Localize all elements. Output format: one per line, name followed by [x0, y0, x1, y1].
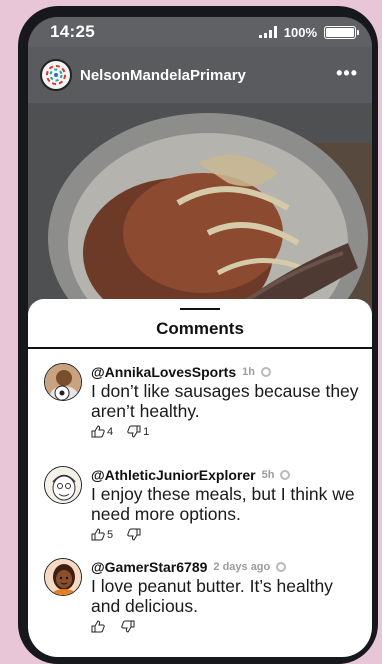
- school-logo-icon: [46, 65, 66, 85]
- signal-icon: [258, 26, 277, 38]
- thumbs-up-icon: [91, 528, 105, 541]
- comments-title: Comments: [156, 319, 244, 338]
- dislike-button[interactable]: [127, 528, 143, 541]
- comment-username[interactable]: @AnnikaLovesSports: [91, 364, 236, 380]
- battery-percent: 100%: [283, 24, 317, 40]
- comment-time: 5h: [261, 468, 275, 481]
- account-name[interactable]: NelsonMandelaPrimary: [80, 67, 246, 84]
- comment-text: I love peanut butter. It’s healthy and d…: [91, 576, 333, 616]
- avatar[interactable]: [44, 363, 82, 401]
- status-time: 14:25: [50, 22, 95, 41]
- sheet-drag-handle[interactable]: [180, 308, 220, 310]
- post-image: [28, 103, 372, 313]
- avatar[interactable]: [44, 466, 82, 504]
- school-logo-avatar[interactable]: [40, 59, 72, 91]
- like-count: 5: [107, 528, 114, 541]
- more-options-icon[interactable]: •••: [336, 63, 358, 84]
- avatar[interactable]: [44, 558, 82, 596]
- like-button[interactable]: 5: [91, 528, 113, 541]
- phone-screen: 14:25 100% NelsonMandelaPrimary ••• Comm…: [28, 17, 372, 657]
- battery-icon: [324, 25, 359, 39]
- comments-sheet: Comments @AnnikaLovesSports 1h I don’t l…: [28, 299, 372, 657]
- thumbs-up-icon: [91, 425, 105, 438]
- thumbs-down-icon: [121, 620, 135, 633]
- like-count: 4: [107, 425, 114, 438]
- dislike-button[interactable]: [121, 620, 137, 633]
- post-header: NelsonMandelaPrimary •••: [28, 47, 372, 103]
- comment-time: 1h: [242, 365, 255, 378]
- comment-username[interactable]: @AthleticJuniorExplorer: [91, 467, 256, 483]
- comment-text: I don’t like sausages because they aren’…: [91, 381, 359, 421]
- thumbs-up-icon: [91, 620, 105, 633]
- user-photo-icon: [45, 364, 81, 400]
- heart-icon[interactable]: [280, 469, 291, 480]
- like-button[interactable]: [91, 620, 107, 633]
- thumbs-down-icon: [127, 425, 141, 438]
- cartoon-face-icon: [45, 467, 81, 503]
- comment-time: 2 days ago: [213, 560, 271, 573]
- phone-frame: 14:25 100% NelsonMandelaPrimary ••• Comm…: [18, 6, 378, 664]
- divider: [28, 347, 372, 349]
- comment-text: I enjoy these meals, but I think we need…: [91, 484, 355, 524]
- like-button[interactable]: 4: [91, 425, 113, 438]
- heart-icon[interactable]: [260, 366, 271, 377]
- dislike-count: 1: [143, 425, 150, 438]
- dislike-button[interactable]: 1: [127, 425, 149, 438]
- status-bar: 14:25 100%: [28, 17, 372, 47]
- heart-icon[interactable]: [276, 561, 287, 572]
- comment-username[interactable]: @GamerStar6789: [91, 559, 207, 575]
- cartoon-face-icon: [45, 559, 81, 595]
- thumbs-down-icon: [127, 528, 141, 541]
